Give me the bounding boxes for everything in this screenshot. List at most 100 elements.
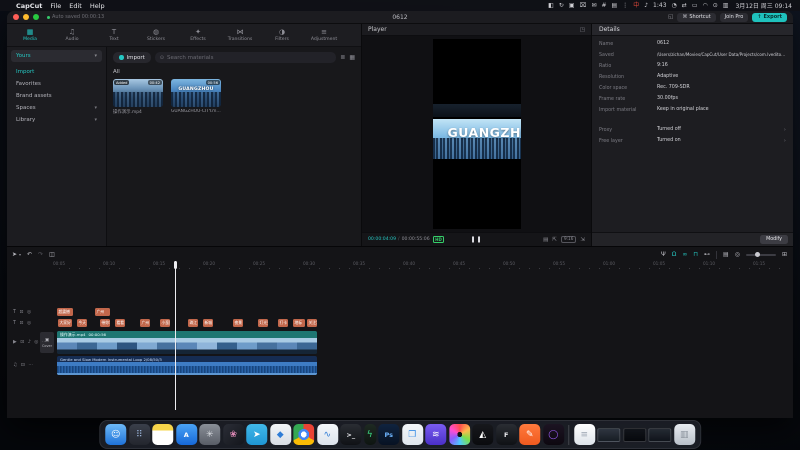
clock-status-icon[interactable]: ◔: [672, 0, 677, 11]
search-input[interactable]: [167, 55, 331, 61]
asset-thumbnail[interactable]: Added00:42: [113, 79, 163, 107]
record-voiceover-icon[interactable]: Ψ: [661, 249, 666, 261]
zoom-window-button[interactable]: [33, 14, 39, 20]
dots-status-icon[interactable]: ⋮: [622, 0, 628, 11]
audio-track-icon[interactable]: ♫: [13, 363, 17, 368]
network-switch-icon[interactable]: ⇄: [682, 0, 687, 11]
asset-thumbnail[interactable]: GUANGZHOU00:56: [171, 79, 221, 107]
dock-notes[interactable]: [152, 424, 173, 445]
sidebar-item-library[interactable]: Library▾: [11, 114, 102, 125]
menu-edit[interactable]: Edit: [69, 2, 82, 10]
text-clip[interactable]: 超震撼: [57, 308, 73, 316]
hide-icon[interactable]: ◎: [27, 310, 31, 315]
menu-file[interactable]: File: [50, 2, 61, 10]
dock-app-store[interactable]: A: [176, 424, 197, 445]
pause-button[interactable]: ❚❚: [470, 236, 482, 243]
dock-orange-pencil-app[interactable]: ✎: [519, 424, 540, 445]
tab-stickers[interactable]: ◍Stickers: [135, 28, 177, 42]
dock-photoshop[interactable]: Ps: [378, 424, 399, 445]
lock-icon[interactable]: ⊡: [21, 363, 25, 368]
menu-help[interactable]: Help: [90, 2, 105, 10]
playhead-line[interactable]: [175, 261, 176, 410]
tab-audio[interactable]: ♫Audio: [51, 28, 93, 42]
sort-icon[interactable]: ≣: [340, 54, 345, 61]
redo-icon[interactable]: ↷: [38, 249, 43, 261]
dock-photos-dark[interactable]: ❀: [223, 424, 244, 445]
video-preview[interactable]: GUANGZHOU: [433, 39, 521, 229]
sidebar-item-spaces[interactable]: Spaces▾: [11, 102, 102, 113]
tab-adjustment[interactable]: ≡Adjustment: [303, 28, 345, 42]
text-clip[interactable]: 关注我: [307, 319, 317, 327]
select-tool-dropdown[interactable]: ▾: [19, 249, 21, 261]
hide-icon[interactable]: ◎: [27, 321, 31, 326]
asset-card[interactable]: Added00:42操作演示.mp4: [113, 79, 163, 115]
menu-capcut[interactable]: CapCut: [16, 2, 42, 10]
details-toggle-row[interactable]: Free layerTurned on›: [599, 138, 786, 149]
workspace-selector[interactable]: Yours ▾: [11, 50, 102, 62]
input-method-icon[interactable]: 中: [633, 0, 639, 11]
dock-green-app[interactable]: ϟ: [364, 424, 376, 445]
split-icon[interactable]: ◫: [49, 249, 55, 261]
import-button[interactable]: Import: [113, 52, 151, 63]
modify-button[interactable]: Modify: [760, 235, 788, 244]
zoom-fit-icon[interactable]: ⊞: [782, 249, 787, 261]
fullscreen-icon[interactable]: ⇲: [580, 237, 585, 243]
dock-files-app[interactable]: ❐: [402, 424, 423, 445]
menu-bar-clock[interactable]: 3月12日 周三 09:14: [735, 1, 792, 10]
lock-icon[interactable]: ⊡: [19, 310, 23, 315]
close-window-button[interactable]: [13, 14, 19, 20]
filter-all-label[interactable]: All: [113, 69, 355, 75]
text-clip[interactable]: 新城: [203, 319, 213, 327]
mail-status-icon[interactable]: ✉: [591, 0, 596, 11]
join-pro-button[interactable]: Join Pro: [720, 13, 749, 22]
audio-clip[interactable]: Gentle and Slow Modern Instrumental Loop…: [57, 356, 317, 375]
magnetic-snap-icon[interactable]: Ω: [672, 249, 677, 261]
display-status-icon[interactable]: ◧: [548, 0, 554, 11]
dock-telegram[interactable]: ➤: [246, 424, 267, 445]
sidebar-item-brand-assets[interactable]: Brand assets: [11, 90, 102, 101]
dock-document[interactable]: ≡: [574, 424, 595, 445]
timer-status[interactable]: 1:43: [653, 0, 666, 11]
text-clip[interactable]: 夜景: [233, 319, 243, 327]
dock-purple-lines-app[interactable]: ≋: [425, 424, 446, 445]
dock-system-settings[interactable]: ✳: [199, 424, 220, 445]
music-status-icon[interactable]: ♪: [644, 0, 648, 11]
hide-icon[interactable]: ◎: [34, 340, 38, 345]
mute-icon[interactable]: ♪: [28, 340, 31, 345]
text-clip[interactable]: 小蛮腰: [160, 319, 170, 327]
dock-minimized-window-2[interactable]: [623, 428, 646, 442]
asset-card[interactable]: GUANGZHOU00:56GUANGZHOU-CITY.mp4: [171, 79, 221, 115]
tab-media[interactable]: ▦Media: [9, 28, 51, 42]
video-clip[interactable]: 操作演示.mp400:00:56: [57, 331, 317, 354]
grid-status-icon[interactable]: #: [601, 0, 606, 11]
text-clip[interactable]: 大家好: [58, 319, 72, 327]
tab-transitions[interactable]: ⋈Transitions: [219, 28, 261, 42]
control-center-icon[interactable]: ▥: [723, 0, 729, 11]
text-track-icon[interactable]: T: [13, 321, 16, 326]
layout-icon[interactable]: ◱: [668, 14, 673, 20]
text-clip[interactable]: 地标: [293, 319, 305, 327]
grid-view-icon[interactable]: ▦: [349, 54, 355, 61]
dock-color-wheel-app[interactable]: [449, 424, 470, 445]
dock-minimized-window-1[interactable]: [597, 428, 620, 442]
dock-terminal[interactable]: >_: [340, 424, 361, 445]
time-ruler[interactable]: [59, 268, 785, 269]
timeline-zoom-slider[interactable]: [746, 254, 776, 256]
dock-capcut[interactable]: ◭: [472, 424, 493, 445]
export-button[interactable]: ↑ Export: [752, 13, 787, 22]
text-clip[interactable]: 今天: [77, 319, 87, 327]
dock-dark-f-app[interactable]: F: [496, 424, 517, 445]
quality-badge[interactable]: HD: [433, 236, 445, 243]
dock-launchpad[interactable]: ⠿: [129, 424, 150, 445]
dock-purple-ring-app[interactable]: ◯: [543, 424, 564, 445]
text-clip[interactable]: 珠江: [188, 319, 198, 327]
text-clip[interactable]: 灯光秀: [258, 319, 268, 327]
dock-mail-shield[interactable]: ◆: [270, 424, 291, 445]
auto-link-icon[interactable]: ∞: [682, 249, 687, 261]
sidebar-item-favorites[interactable]: Favorites: [11, 78, 102, 89]
zoom-slider-knob[interactable]: [755, 252, 760, 257]
undo-icon[interactable]: ↶: [27, 249, 32, 261]
quality-icon[interactable]: ▤: [543, 237, 548, 243]
text-clip[interactable]: 广州: [140, 319, 150, 327]
text-track-icon[interactable]: T: [13, 310, 16, 315]
